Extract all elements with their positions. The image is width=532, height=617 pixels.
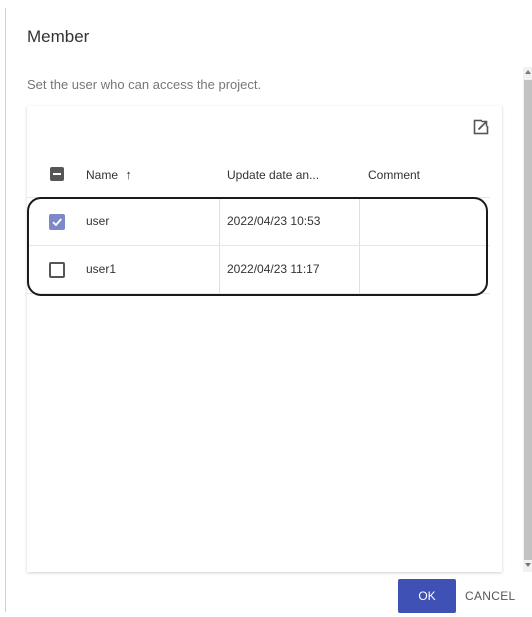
column-header-comment[interactable]: Comment bbox=[368, 153, 420, 197]
column-header-update-date[interactable]: Update date an... bbox=[227, 153, 319, 197]
dialog-title: Member bbox=[27, 27, 90, 46]
rows-highlight-outline bbox=[27, 197, 488, 296]
scroll-down-arrow-icon[interactable] bbox=[525, 563, 531, 567]
dialog-description: Set the user who can access the project. bbox=[27, 77, 262, 92]
column-header-name[interactable]: Name ↑ bbox=[86, 153, 132, 197]
ok-button[interactable]: OK bbox=[398, 579, 456, 613]
select-all-checkbox[interactable] bbox=[50, 167, 64, 181]
table-header-row: Name ↑ Update date an... Comment bbox=[27, 153, 502, 197]
scrollbar-thumb[interactable] bbox=[524, 80, 532, 560]
scroll-up-arrow-icon[interactable] bbox=[525, 70, 531, 74]
sort-ascending-icon[interactable]: ↑ bbox=[125, 167, 132, 182]
cancel-button[interactable]: CANCEL bbox=[465, 579, 532, 613]
open-in-new-icon[interactable] bbox=[473, 119, 489, 135]
dialog-left-border bbox=[5, 8, 6, 612]
column-header-name-label: Name bbox=[86, 168, 119, 182]
